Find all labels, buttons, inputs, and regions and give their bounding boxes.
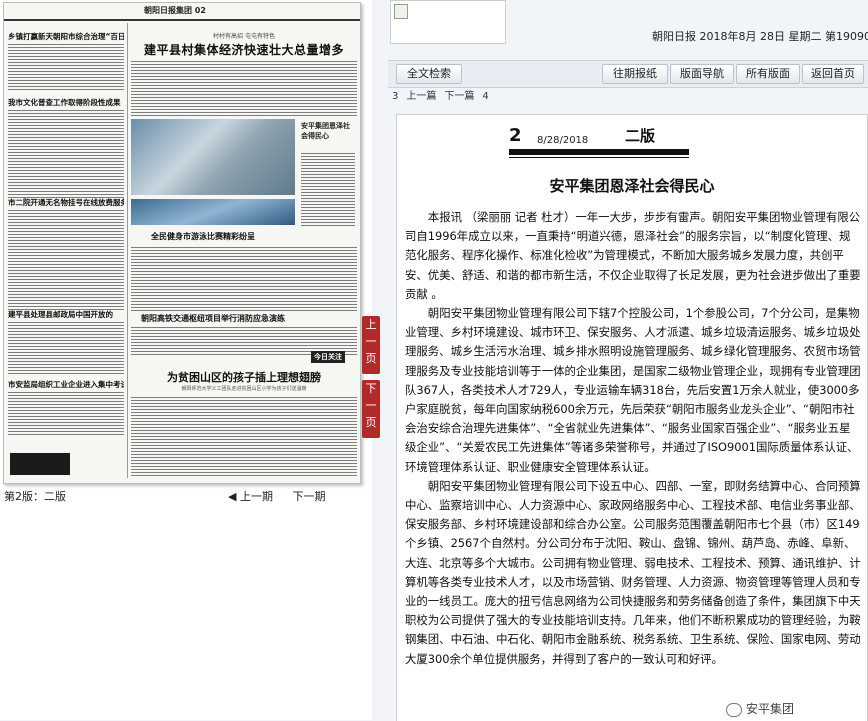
main-news-column: 村村有高招 屯屯有特色 建平县村集体经济快速壮大总量增多 安平集团恩泽社会得民心…: [131, 23, 357, 478]
article-paragraph: 本报讯 （梁丽丽 记者 杜才）一年一大步，步步有雷声。朝阳安平集团物业管理有限公…: [405, 210, 861, 301]
article-date: 8/28/2018: [537, 135, 589, 146]
wechat-icon: [726, 702, 742, 717]
article-section-banner: 二版: [625, 127, 656, 145]
news-headline: 建平县处理县邮政局中国开放的: [8, 310, 113, 319]
watermark: 安平集团: [726, 700, 794, 717]
next-issue-link[interactable]: 下一期: [292, 490, 325, 503]
news-headline[interactable]: 朝阳高铁交通枢纽项目举行消防应急演练: [141, 313, 285, 324]
all-pages-button[interactable]: 所有版面: [736, 64, 800, 84]
next-article-number: 4: [482, 91, 489, 102]
banner-rule: [509, 149, 689, 155]
article-page-number: 2: [509, 125, 522, 146]
article-panel: 2 8/28/2018 二版 安平集团恩泽社会得民心 本报讯 （梁丽丽 记者 杜…: [396, 114, 868, 721]
news-block[interactable]: 我市文化普查工作取得阶段性成果: [8, 97, 124, 198]
news-photo[interactable]: [131, 199, 295, 225]
article-nav: 3 上一篇 下一篇 4: [392, 87, 497, 102]
main-subtitle: 村村有高招 屯屯有特色: [213, 33, 275, 40]
news-headline: 乡镇打赢新天朝阳市综合治理“百日行动”: [8, 32, 124, 41]
broken-image-icon: [390, 0, 506, 44]
left-news-column: 乡镇打赢新天朝阳市综合治理“百日行动” 我市文化普查工作取得阶段性成果 市二院开…: [8, 23, 124, 478]
news-block[interactable]: 市安监局组织工业企业进入集中考试: [8, 379, 124, 436]
company-logo-ad: [10, 453, 70, 475]
column-divider: [127, 23, 128, 478]
article-paragraph: 朝阳安平集团物业管理有限公司下设五中心、四部、一室，即财务结算中心、合同预算中心…: [405, 478, 861, 666]
page-navigation-button[interactable]: 版面导航: [670, 64, 734, 84]
paper-masthead: 朝阳日报集团 02: [4, 3, 360, 21]
prev-issue-link[interactable]: ◀ 上一期: [228, 490, 281, 503]
news-headline: 我市文化普查工作取得阶段性成果: [8, 98, 121, 107]
banner-rule-thin: [509, 157, 689, 158]
news-headline: 市安监局组织工业企业进入集中考试: [8, 380, 124, 389]
news-block[interactable]: 乡镇打赢新天朝阳市综合治理“百日行动”: [8, 31, 124, 92]
header-area: 朝阳日报 2018年8月 28日 星期二 第19090期: [388, 0, 868, 58]
newspaper-page-panel: 朝阳日报集团 02 乡镇打赢新天朝阳市综合治理“百日行动” 我市文化普查工作取得…: [0, 0, 372, 720]
next-article-link[interactable]: 下一篇: [444, 91, 474, 102]
page-label: 第2版：二版: [4, 490, 66, 503]
fulltext-search-button[interactable]: 全文检索: [396, 64, 462, 84]
past-issues-button[interactable]: 往期报纸: [602, 64, 668, 84]
news-subheadline: 朝阳师范大学义工团队走进贫困山区小学为孩子们送温暖: [181, 386, 307, 392]
news-photo[interactable]: [131, 119, 295, 195]
return-home-button[interactable]: 返回首页: [802, 64, 864, 84]
column-stamp: 今日关注: [311, 351, 345, 363]
prev-article-link[interactable]: 上一篇: [406, 91, 436, 102]
next-page-tab[interactable]: 下一页: [362, 380, 380, 438]
news-block[interactable]: 建平县处理县邮政局中国开放的: [8, 309, 124, 374]
prev-page-tab[interactable]: 上一页: [362, 316, 380, 374]
article-paragraph: 朝阳安平集团物业管理有限公司下辖7个控股公司，1个参股公司，7个分公司，是集物业…: [405, 306, 861, 474]
toolbar: 全文检索 往期报纸 版面导航 所有版面 返回首页: [388, 60, 868, 88]
issue-dateline: 朝阳日报 2018年8月 28日 星期二 第19090期: [652, 30, 868, 43]
article-body: 本报讯 （梁丽丽 记者 杜才）一年一大步，步步有雷声。朝阳安平集团物业管理有限公…: [405, 208, 861, 669]
article-title: 安平集团恩泽社会得民心: [549, 177, 715, 195]
prev-article-number: 3: [392, 91, 399, 102]
newspaper-page-image[interactable]: 朝阳日报集团 02 乡镇打赢新天朝阳市综合治理“百日行动” 我市文化普查工作取得…: [3, 2, 361, 484]
news-block[interactable]: 市二院开通无名物挂号在线放费服务: [8, 197, 124, 310]
issue-nav: ◀ 上一期 下一期: [228, 488, 333, 504]
paper-name: 朝阳日报集团 02: [144, 6, 206, 15]
linked-article-title[interactable]: 安平集团恩泽社会得民心: [301, 121, 353, 141]
news-headline[interactable]: 为贫困山区的孩子插上理想翅膀: [131, 369, 357, 385]
news-headline: 市二院开通无名物挂号在线放费服务: [8, 198, 124, 207]
photo-caption: 全民健身市游泳比赛精彩纷呈: [151, 232, 255, 241]
main-headline[interactable]: 建平县村集体经济快速壮大总量增多: [131, 41, 357, 58]
